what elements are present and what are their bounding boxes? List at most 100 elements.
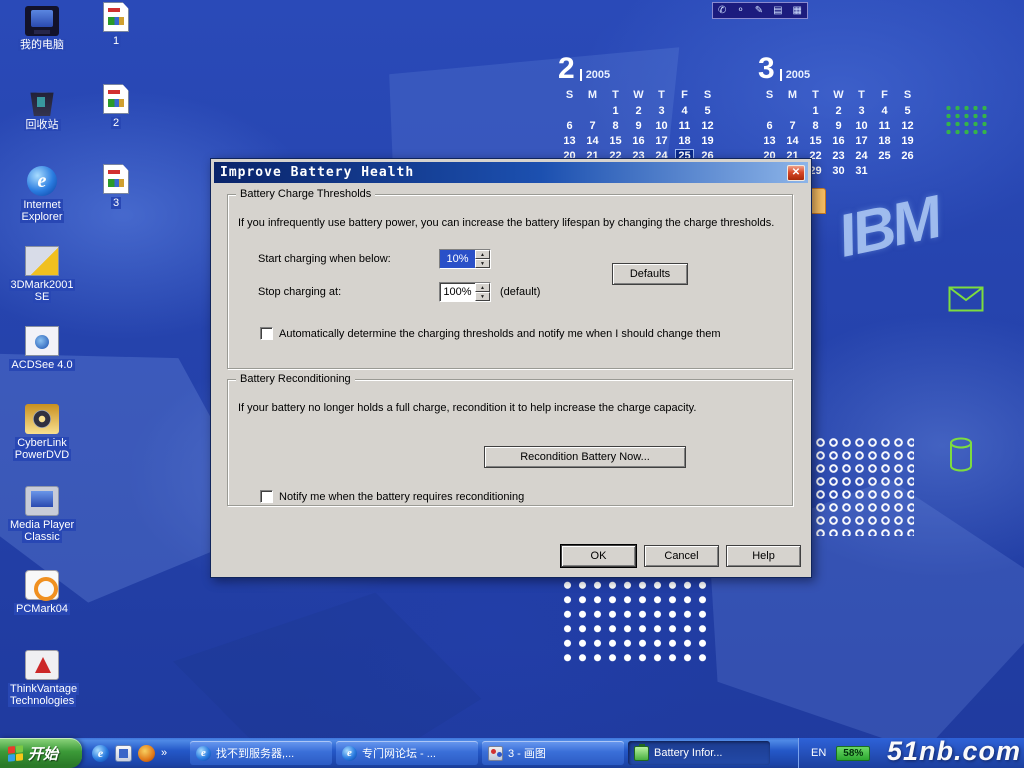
calendar-day: 3 [858,105,864,117]
desktop-icon-label: PCMark04 [8,603,76,615]
start-label: 开始 [28,743,58,764]
desktop-icon-thinkvantage[interactable]: ThinkVantage Technologies [8,650,76,707]
3dmark-icon [25,246,59,276]
cylinder-icon [948,436,974,479]
desktop-icon-media-player-classic[interactable]: Media Player Classic [8,486,76,543]
calendar-day: 15 [609,135,621,147]
calendar-day: 4 [881,105,887,117]
desktop-icon-internet-explorer[interactable]: e Internet Explorer [8,166,76,223]
language-indicator[interactable]: EN [811,747,826,759]
desktop-icon-label: ThinkVantage Technologies [8,683,76,707]
calendar-day: 5 [904,105,910,117]
task-label: 专门网论坛 - ... [362,745,436,761]
calendar-day: 6 [566,120,572,132]
group-legend: Battery Reconditioning [236,373,355,385]
dialog-title: Improve Battery Health [220,165,787,180]
auto-thresholds-checkbox-row[interactable]: Automatically determine the charging thr… [260,327,780,340]
taskbar-item-forum[interactable]: e 专门网论坛 - ... [336,741,478,765]
desktop-icon-3dmark2001[interactable]: 3DMark2001 SE [8,246,76,303]
defaults-button[interactable]: Defaults [612,263,688,285]
weekday-header: W [833,89,843,101]
weekday-headers: SMTWTFS [758,89,919,101]
calendar-day: 2 [835,105,841,117]
taskbar-item-battery-information[interactable]: Battery Infor... [628,741,770,765]
pcmark-icon [25,570,59,600]
taskbar-item-server-not-found[interactable]: e 找不到服务器,... [190,741,332,765]
mouse-icon[interactable]: ⚬ [736,3,744,18]
media-player-quicklaunch-icon[interactable] [138,745,155,762]
calendar-day: 2 [635,105,641,117]
envelope-icon [948,286,984,317]
chevron-overflow-icon[interactable]: » [161,747,167,759]
label-text: PCMark04 [14,603,70,615]
desktop-icon-acdsee[interactable]: ACDSee 4.0 [8,326,76,371]
start-charging-spinner[interactable]: 10% ▲ ▼ [439,249,491,269]
calendar-day: 15 [809,135,821,147]
monitor-icon[interactable]: ▤ [773,3,782,18]
notify-reconditioning-checkbox-row[interactable]: Notify me when the battery requires reco… [260,490,780,503]
ie-glyph: e [201,747,206,759]
label-text: 回收站 [24,119,61,131]
wallpaper-calendar-february: 2 2005 SMTWTFS 1234567891011121314151617… [558,56,719,162]
desktop-icon-label: 回收站 [8,119,76,131]
spin-up-icon[interactable]: ▲ [475,250,490,259]
phone-icon[interactable]: ✆ [718,3,726,18]
calendar-day: 18 [678,135,690,147]
calendar-day: 24 [855,150,867,162]
stop-charging-spinner[interactable]: 100% ▲ ▼ [439,282,491,302]
calendar-day: 1 [612,105,618,117]
notify-reconditioning-checkbox[interactable] [260,490,273,503]
calendar-day: 30 [832,165,844,177]
weekday-header: W [633,89,643,101]
calendar-day: 3 [658,105,664,117]
desktop-icon-recycle-bin[interactable]: 回收站 [8,86,76,131]
taskbar: 开始 e » e 找不到服务器,... e 专门网论坛 - ... 3 - 画图 [0,738,1024,768]
calendar-day: 7 [789,120,795,132]
cancel-button[interactable]: Cancel [644,545,719,567]
start-button[interactable]: 开始 [0,738,82,768]
desktop-icon-jpg-2[interactable]: 2 [90,84,142,129]
powerdvd-icon [25,404,59,434]
jpg-file-icon [103,84,129,114]
label-text: 我的电脑 [18,39,66,51]
label-text: 2 [111,117,121,129]
dialog-titlebar[interactable]: Improve Battery Health ✕ [214,162,808,183]
pen-icon[interactable]: ✎ [755,3,763,18]
recondition-battery-button[interactable]: Recondition Battery Now... [484,446,686,468]
stop-charging-value[interactable]: 100% [440,283,475,301]
calendar-day: 25 [878,150,890,162]
paint-icon [488,746,503,761]
keyboard-icon[interactable]: ▦ [793,3,802,18]
help-button[interactable]: Help [726,545,801,567]
dot-grid-pattern [560,578,712,666]
weekday-header: T [612,89,619,101]
start-charging-value[interactable]: 10% [440,250,475,268]
label-text: Internet Explorer [20,199,65,223]
spin-up-icon[interactable]: ▲ [475,283,490,292]
calendar-day: 14 [586,135,598,147]
desktop-icon-pcmark04[interactable]: PCMark04 [8,570,76,615]
ie-quicklaunch-icon[interactable]: e [92,745,109,762]
ok-button[interactable]: OK [561,545,636,567]
desktop-icon-jpg-3[interactable]: 3 [90,164,142,209]
weekday-header: F [881,89,888,101]
calendar-day: 17 [655,135,667,147]
desktop-icon-powerdvd[interactable]: CyberLink PowerDVD [8,404,76,461]
auto-thresholds-checkbox[interactable] [260,327,273,340]
spinner-buttons: ▲ ▼ [475,283,490,301]
calendar-day: 18 [878,135,890,147]
desktop-icon-label: 我的电脑 [8,39,76,51]
desktop-icon-jpg-1[interactable]: 1 [90,2,142,47]
close-icon[interactable]: ✕ [787,165,805,181]
calendar-day: 16 [832,135,844,147]
battery-charge-thresholds-group: Battery Charge Thresholds If you infrequ… [227,194,793,369]
taskbar-item-paint[interactable]: 3 - 画图 [482,741,624,765]
desktop-icon-my-computer[interactable]: 我的电脑 [8,6,76,51]
calendar-day: 14 [786,135,798,147]
spin-down-icon[interactable]: ▼ [475,292,490,301]
desktop-icon-label: 2 [90,117,142,129]
show-desktop-icon[interactable] [115,745,132,762]
battery-level-indicator[interactable]: 58% [836,746,870,761]
thresholds-description: If you infrequently use battery power, y… [238,217,782,229]
spin-down-icon[interactable]: ▼ [475,259,490,268]
